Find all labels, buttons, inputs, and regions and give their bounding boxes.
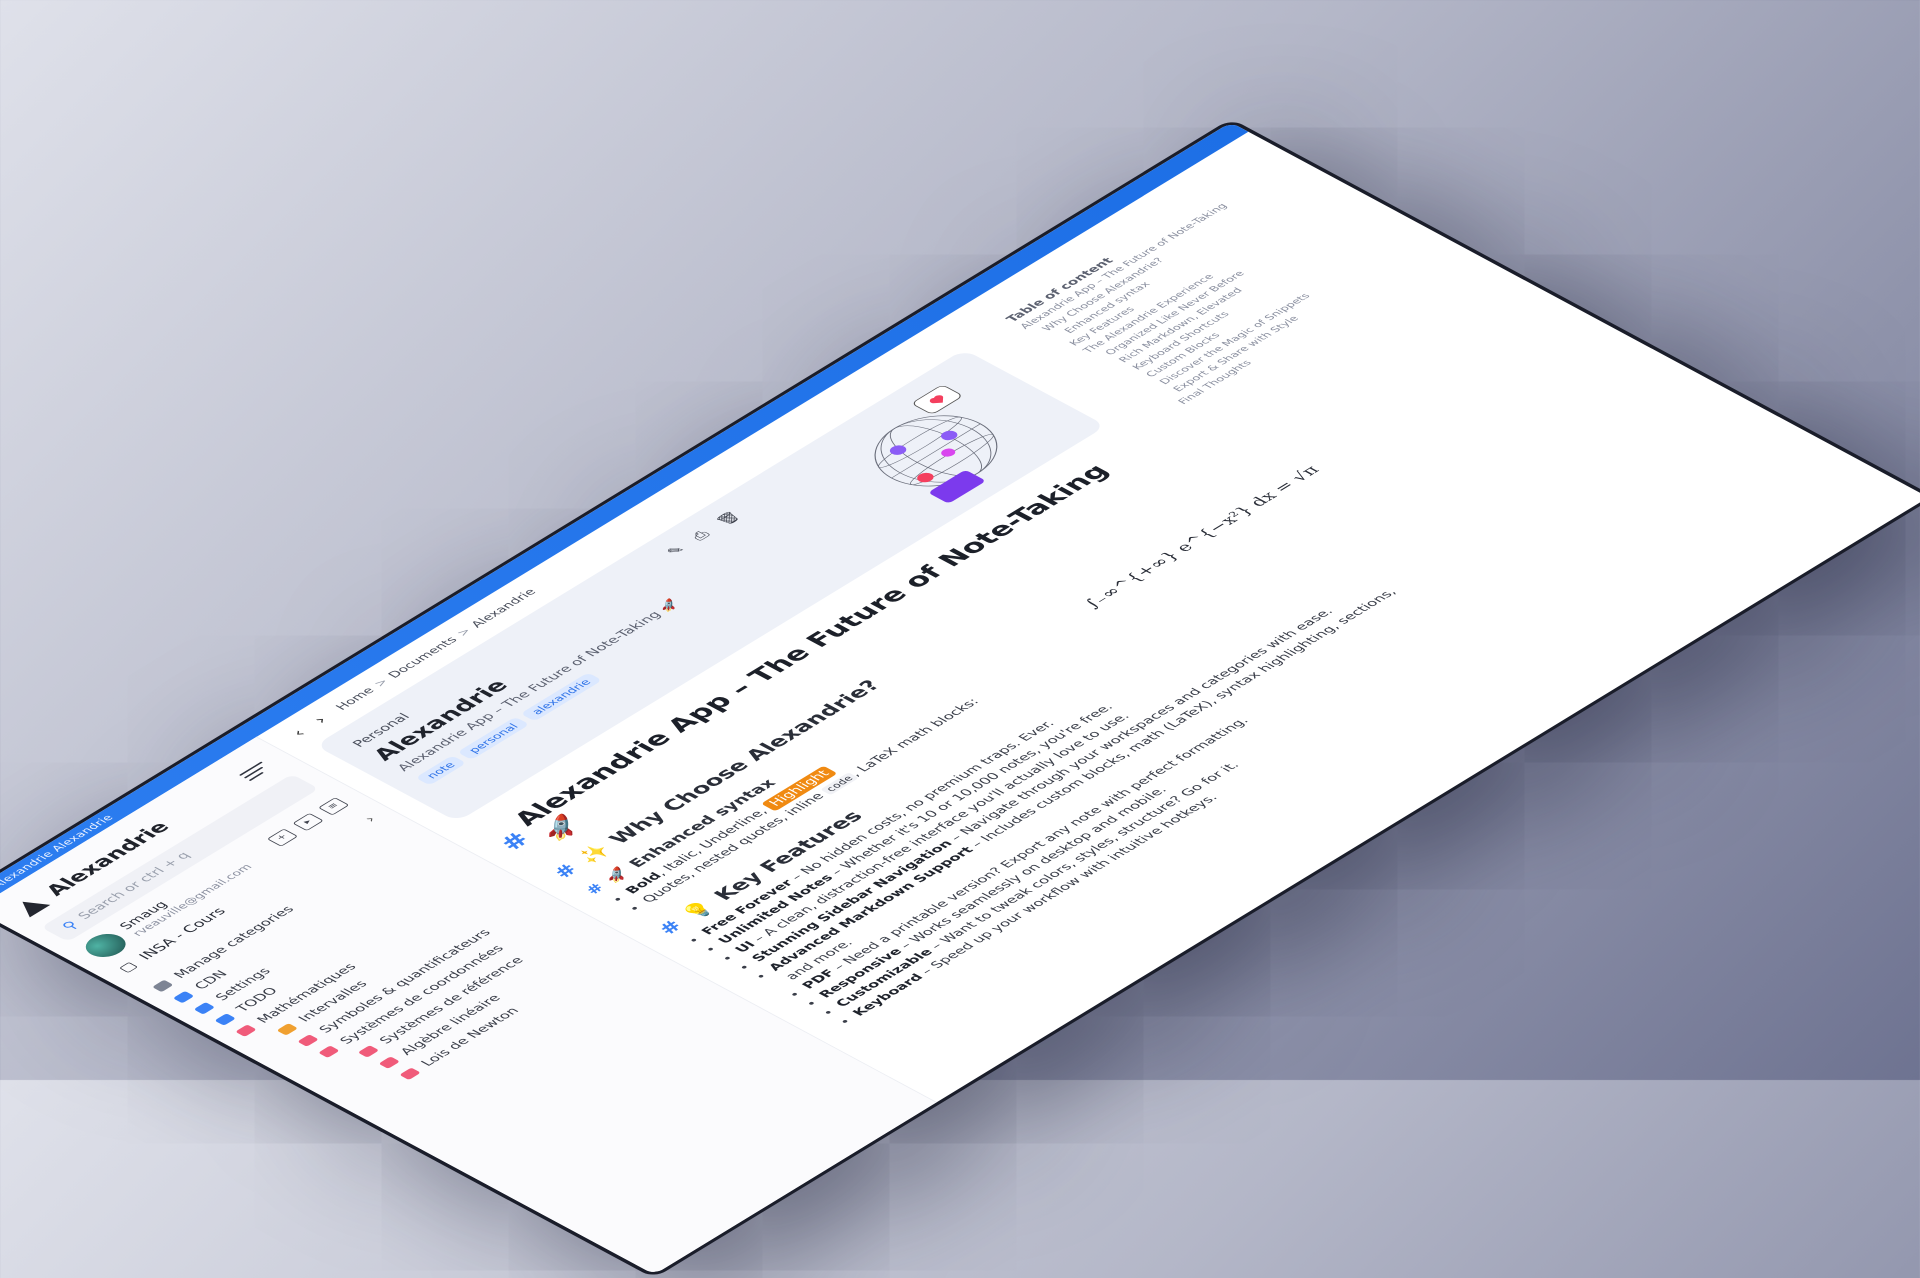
hash-icon: # — [581, 881, 609, 897]
breadcrumb-separator: > — [454, 626, 475, 638]
avatar[interactable] — [78, 929, 134, 961]
print-icon[interactable]: ⎙ — [688, 528, 715, 543]
device-frame: ● Alexandrie Alexandrie Alexandrie ⚲ Sea… — [0, 119, 1920, 1278]
breadcrumb-separator: > — [371, 677, 392, 689]
new-folder-icon[interactable]: ▸ — [292, 813, 323, 831]
new-document-icon[interactable]: + — [267, 829, 298, 847]
hash-icon: # — [549, 861, 585, 881]
search-icon: ⚲ — [57, 918, 82, 932]
chevron-right-icon: › — [360, 814, 380, 825]
workspace-icon: ▢ — [114, 959, 141, 974]
document-icon — [297, 1034, 319, 1046]
menu-toggle-icon[interactable] — [236, 760, 276, 783]
hash-icon: # — [653, 918, 689, 938]
hash-icon: # — [491, 828, 537, 854]
folder-icon — [194, 1002, 216, 1014]
document-icon — [399, 1068, 421, 1080]
forward-arrow-icon[interactable]: › — [309, 714, 332, 727]
back-arrow-icon[interactable]: ‹ — [288, 727, 311, 740]
document-icon — [378, 1056, 400, 1068]
app-window: ● Alexandrie Alexandrie Alexandrie ⚲ Sea… — [0, 122, 1920, 1274]
table-of-contents: Table of content Alexandrie App – The Fu… — [1004, 161, 1435, 411]
folder-icon — [235, 1024, 257, 1036]
document-icon — [318, 1045, 340, 1057]
folder-icon — [173, 991, 195, 1003]
folder-icon — [152, 980, 174, 992]
folder-icon — [276, 1023, 298, 1035]
settings-panel-icon[interactable]: ≡ — [318, 797, 349, 815]
breadcrumb-home[interactable]: Home — [333, 686, 378, 712]
star-icon: ✨ — [573, 842, 616, 867]
folder-icon — [214, 1013, 236, 1025]
document-icon — [358, 1045, 380, 1057]
logo-icon — [12, 895, 50, 917]
